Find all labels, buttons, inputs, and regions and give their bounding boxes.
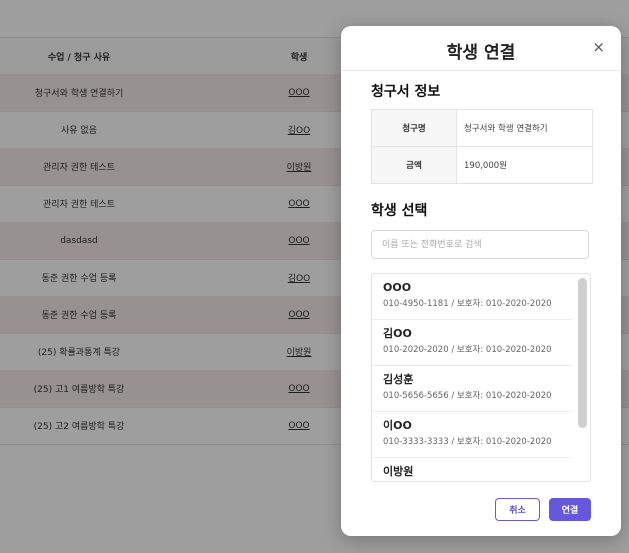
student-name: OOO <box>383 281 412 294</box>
close-icon[interactable]: × <box>592 38 605 56</box>
invoice-amount-label: 금액 <box>372 147 457 183</box>
cancel-button[interactable]: 취소 <box>495 498 540 521</box>
student-list-item[interactable]: 이방원 <box>372 458 572 481</box>
student-contact: 010-5656-5656 / 보호자: 010-2020-2020 <box>383 391 552 401</box>
list-scrollbar[interactable] <box>578 278 587 428</box>
student-list-item[interactable]: 김성훈 010-5656-5656 / 보호자: 010-2020-2020 <box>372 366 572 412</box>
invoice-info-row: 금액 190,000원 <box>372 147 592 183</box>
invoice-amount-value: 190,000원 <box>464 161 507 171</box>
invoice-info-table: 청구명 청구서와 학생 연결하기 금액 190,000원 <box>371 109 593 184</box>
invoice-section-title: 청구서 정보 <box>371 84 441 100</box>
modal-title: 학생 연결 <box>446 43 516 63</box>
student-name: 이OO <box>383 419 412 432</box>
student-list-item[interactable]: OOO 010-4950-1181 / 보호자: 010-2020-2020 <box>372 274 572 320</box>
student-contact: 010-3333-3333 / 보호자: 010-2020-2020 <box>383 437 552 447</box>
invoice-info-row: 청구명 청구서와 학생 연결하기 <box>372 110 592 147</box>
student-contact: 010-4950-1181 / 보호자: 010-2020-2020 <box>383 299 552 309</box>
student-contact: 010-2020-2020 / 보호자: 010-2020-2020 <box>383 345 552 355</box>
student-list-item[interactable]: 이OO 010-3333-3333 / 보호자: 010-2020-2020 <box>372 412 572 458</box>
student-name: 김성훈 <box>383 373 414 386</box>
student-section-title: 학생 선택 <box>371 203 428 219</box>
student-name: 이방원 <box>383 465 414 478</box>
link-student-modal: 학생 연결 × 청구서 정보 청구명 청구서와 학생 연결하기 금액 190,0… <box>341 26 621 536</box>
modal-header: 학생 연결 × <box>341 26 621 71</box>
student-search-input[interactable] <box>371 230 589 259</box>
student-list: OOO 010-4950-1181 / 보호자: 010-2020-2020 김… <box>371 273 591 482</box>
invoice-name-value: 청구서와 학생 연결하기 <box>464 124 548 134</box>
invoice-name-label: 청구명 <box>372 110 457 146</box>
student-name: 김OO <box>383 327 412 340</box>
link-button[interactable]: 연결 <box>549 498 591 521</box>
student-list-item[interactable]: 김OO 010-2020-2020 / 보호자: 010-2020-2020 <box>372 320 572 366</box>
